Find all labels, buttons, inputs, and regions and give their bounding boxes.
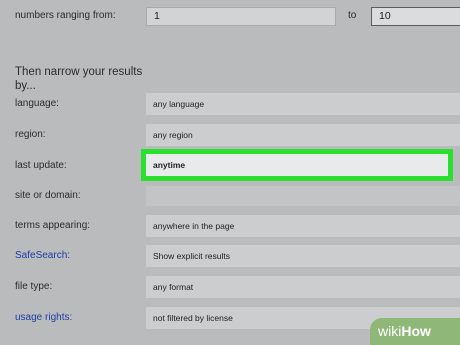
safesearch-select[interactable]: Show explicit results bbox=[146, 245, 460, 267]
language-label: language: bbox=[15, 98, 59, 109]
range-from-input[interactable]: 1 bbox=[146, 7, 336, 26]
watermark-how-text: How bbox=[401, 323, 431, 339]
region-label: region: bbox=[15, 129, 46, 140]
safesearch-link[interactable]: SafeSearch: bbox=[15, 250, 70, 262]
terms-appearing-select[interactable]: anywhere in the page bbox=[146, 215, 460, 237]
file-type-select[interactable]: any format bbox=[146, 276, 460, 298]
usage-rights-link[interactable]: usage rights: bbox=[15, 312, 72, 324]
file-type-label: file type: bbox=[15, 281, 53, 292]
wikihow-watermark: wikiHow bbox=[370, 318, 460, 345]
numbers-range-label: numbers ranging from: bbox=[15, 10, 116, 21]
site-or-domain-input[interactable] bbox=[146, 186, 460, 206]
language-select[interactable]: any language bbox=[146, 93, 460, 115]
range-to-label: to bbox=[348, 10, 357, 21]
region-select[interactable]: any region bbox=[146, 124, 460, 146]
narrow-results-heading: Then narrow your results by... bbox=[15, 66, 143, 92]
terms-appearing-label: terms appearing: bbox=[15, 220, 91, 231]
range-to-input[interactable]: 10 bbox=[371, 7, 460, 26]
watermark-wiki-text: wiki bbox=[378, 323, 402, 339]
last-update-select[interactable]: anytime bbox=[141, 149, 453, 181]
last-update-label: last update: bbox=[15, 160, 67, 171]
site-or-domain-label: site or domain: bbox=[15, 190, 81, 201]
